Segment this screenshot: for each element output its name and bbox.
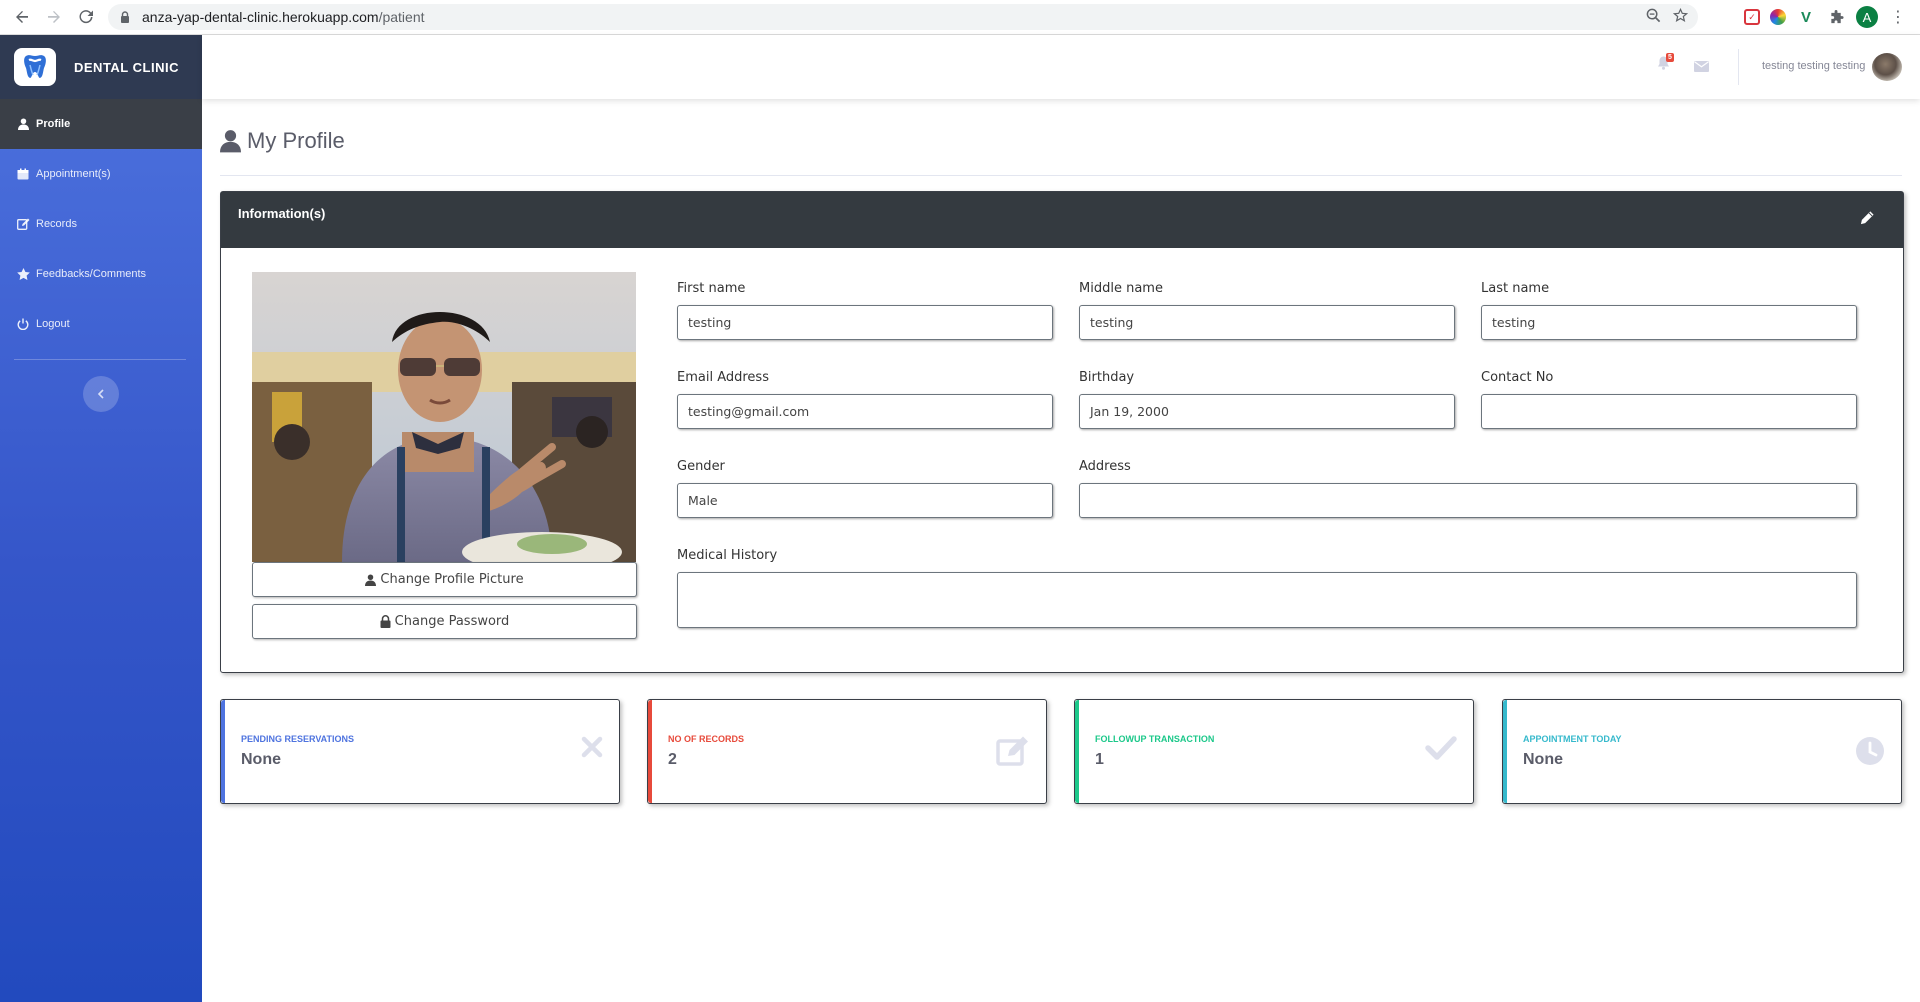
lock-icon	[380, 615, 391, 628]
clock-icon	[1855, 736, 1885, 771]
stat-label: FOLLOWUP TRANSACTION	[1095, 734, 1215, 744]
change-profile-picture-button[interactable]: Change Profile Picture	[252, 562, 637, 597]
email-label: Email Address	[677, 370, 769, 385]
vue-devtools-icon[interactable]: V	[1796, 7, 1816, 27]
pencil-edit-icon[interactable]	[1860, 210, 1875, 228]
user-icon	[220, 129, 241, 153]
stat-card-no-of-records: NO OF RECORDS 2	[647, 699, 1047, 804]
stat-accent-bar	[648, 700, 652, 803]
profile-photo	[252, 272, 636, 562]
address-label: Address	[1079, 459, 1131, 474]
stat-accent-bar	[221, 700, 225, 803]
sidebar-item-label: Records	[36, 218, 77, 230]
title-divider	[220, 175, 1902, 176]
sidebar-item-label: Profile	[36, 118, 71, 130]
page-title-text: My Profile	[247, 128, 345, 153]
sidebar-item-label: Feedbacks/Comments	[36, 268, 147, 280]
brand-name: DENTAL CLINIC	[74, 59, 179, 75]
sidebar: DENTAL CLINIC Profile Appointment(s) Rec…	[0, 35, 202, 1002]
topbar-divider	[1738, 49, 1739, 85]
stat-accent-bar	[1503, 700, 1507, 803]
edit-icon	[996, 736, 1030, 771]
color-picker-extension-icon[interactable]	[1770, 9, 1786, 25]
change-password-label: Change Password	[394, 614, 510, 629]
stat-value: 2	[668, 751, 677, 768]
page-title: My Profile	[220, 128, 345, 154]
sidebar-item-feedbacks[interactable]: Feedbacks/Comments	[0, 249, 202, 299]
power-icon	[16, 318, 30, 330]
back-arrow-icon[interactable]	[6, 1, 38, 33]
user-name[interactable]: testing testing testing	[1762, 60, 1865, 72]
sidebar-brand[interactable]: DENTAL CLINIC	[0, 35, 202, 99]
lock-icon	[120, 11, 132, 23]
first-name-label: First name	[677, 281, 746, 296]
sidebar-item-profile[interactable]: Profile	[0, 99, 202, 149]
sidebar-divider	[14, 359, 186, 360]
reload-icon[interactable]	[70, 1, 102, 33]
stat-label: PENDING RESERVATIONS	[241, 734, 355, 744]
birthday-field[interactable]: Jan 19, 2000	[1079, 394, 1455, 429]
information-card: Information(s) Change Profile Picture Ch…	[220, 191, 1904, 673]
extensions-puzzle-icon[interactable]	[1826, 7, 1846, 27]
change-password-button[interactable]: Change Password	[252, 604, 637, 639]
card-header-title: Information(s)	[238, 206, 326, 221]
messages-envelope-icon[interactable]	[1694, 59, 1709, 77]
sidebar-item-label: Appointment(s)	[36, 168, 111, 180]
chevron-left-icon	[97, 386, 105, 402]
stat-value: None	[1523, 751, 1563, 768]
medical-history-label: Medical History	[677, 548, 778, 563]
middle-name-field[interactable]: testing	[1079, 305, 1455, 340]
sidebar-item-records[interactable]: Records	[0, 199, 202, 249]
user-icon	[16, 118, 30, 130]
tooth-logo-icon	[14, 48, 56, 86]
card-header: Information(s)	[221, 192, 1903, 248]
gender-label: Gender	[677, 459, 725, 474]
url-host: anza-yap-dental-clinic.herokuapp.com	[142, 9, 379, 25]
last-name-label: Last name	[1481, 281, 1550, 296]
browser-toolbar: anza-yap-dental-clinic.herokuapp.com/pat…	[0, 0, 1920, 35]
sidebar-item-appointments[interactable]: Appointment(s)	[0, 149, 202, 199]
first-name-field[interactable]: testing	[677, 305, 1053, 340]
star-icon	[16, 268, 30, 280]
stat-card-appointment-today: APPOINTMENT TODAY None	[1502, 699, 1902, 804]
edit-icon	[16, 218, 30, 230]
times-icon	[581, 736, 603, 763]
check-icon	[1425, 736, 1457, 765]
user-icon	[365, 574, 377, 586]
forward-arrow-icon[interactable]	[38, 1, 70, 33]
change-profile-picture-label: Change Profile Picture	[380, 572, 524, 587]
sidebar-toggle-button[interactable]	[83, 376, 119, 412]
pocket-extension-icon[interactable]: ✓	[1744, 9, 1760, 25]
sidebar-item-logout[interactable]: Logout	[0, 299, 202, 349]
notification-count-badge: 5	[1666, 53, 1674, 62]
stat-card-pending-reservations: PENDING RESERVATIONS None	[220, 699, 620, 804]
stat-value: None	[241, 751, 281, 768]
bookmark-star-icon[interactable]	[1672, 7, 1689, 27]
stat-label: APPOINTMENT TODAY	[1523, 734, 1622, 744]
medical-history-textarea[interactable]	[677, 572, 1857, 628]
address-bar[interactable]: anza-yap-dental-clinic.herokuapp.com/pat…	[108, 4, 1698, 30]
browser-profile-avatar[interactable]: A	[1856, 6, 1878, 28]
address-field[interactable]	[1079, 483, 1857, 518]
notifications-bell-icon[interactable]: 5	[1657, 53, 1674, 75]
topbar: 5 testing testing testing	[202, 35, 1920, 99]
stat-accent-bar	[1075, 700, 1079, 803]
browser-menu-icon[interactable]: ⋮	[1888, 7, 1908, 27]
contact-no-field[interactable]	[1481, 394, 1857, 429]
birthday-label: Birthday	[1079, 370, 1135, 385]
last-name-field[interactable]: testing	[1481, 305, 1857, 340]
stat-card-followup-transaction: FOLLOWUP TRANSACTION 1	[1074, 699, 1474, 804]
email-field[interactable]: testing@gmail.com	[677, 394, 1053, 429]
stat-label: NO OF RECORDS	[668, 734, 745, 744]
user-avatar[interactable]	[1872, 53, 1902, 81]
contact-no-label: Contact No	[1481, 370, 1554, 385]
stat-value: 1	[1095, 751, 1104, 768]
zoom-icon[interactable]	[1646, 8, 1661, 27]
calendar-icon	[16, 168, 30, 180]
middle-name-label: Middle name	[1079, 281, 1163, 296]
sidebar-item-label: Logout	[36, 318, 70, 330]
url-path: /patient	[378, 9, 425, 25]
gender-field[interactable]: Male	[677, 483, 1053, 518]
